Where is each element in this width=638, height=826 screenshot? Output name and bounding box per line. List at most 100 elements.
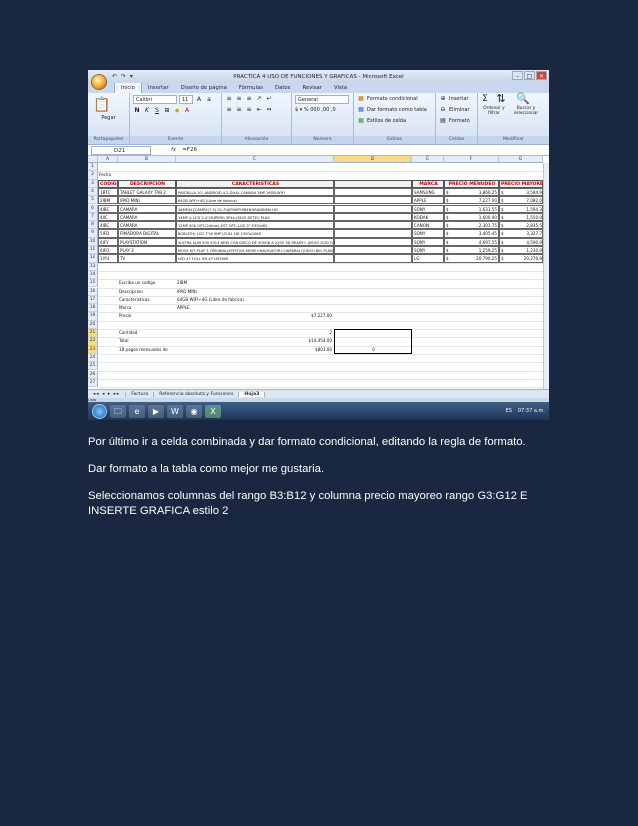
shrink-font-icon[interactable]: a	[205, 96, 213, 104]
total-value[interactable]: $14,454.00	[176, 337, 334, 345]
find-icon[interactable]: 🔍	[513, 93, 533, 104]
precio-label[interactable]: Precio	[118, 312, 176, 320]
table-cell-menudeo[interactable]: $1,631.55	[444, 204, 499, 213]
selected-range[interactable]	[334, 329, 412, 354]
table-header[interactable]: CODIGO	[98, 179, 118, 188]
fill-color-icon[interactable]: ◆	[173, 107, 181, 115]
table-cell-blank[interactable]	[334, 196, 412, 205]
table-cell-blank[interactable]	[334, 187, 412, 197]
row-header[interactable]: 15	[88, 279, 98, 288]
table-cell-mayoreo[interactable]: $4,590.9	[499, 237, 543, 246]
table-cell-codigo[interactable]: 1BTC	[98, 187, 118, 197]
table-cell-codigo[interactable]: 6IFY	[98, 237, 118, 246]
align-middle-icon[interactable]: ≡	[235, 95, 243, 103]
table-cell-menudeo[interactable]: $3,860.25	[444, 187, 499, 197]
table-header[interactable]: DESCRIPCION	[118, 179, 176, 188]
table-format-button[interactable]: Dar formato como tabla	[367, 107, 427, 113]
codigo-value[interactable]: 2IBM	[176, 279, 334, 287]
number-format-buttons[interactable]: $ ▾ % 000 ,00 ,0	[295, 107, 350, 113]
start-button[interactable]	[92, 403, 107, 419]
align-center-icon[interactable]: ≡	[235, 106, 243, 114]
row-header[interactable]: 5	[88, 196, 98, 205]
underline-icon[interactable]: S	[153, 107, 161, 115]
table-cell-codigo[interactable]: 1IYU	[98, 254, 118, 263]
table-cell-descripcion[interactable]: TABLET GALAXY TAB 2	[118, 187, 176, 197]
number-format-box[interactable]: General	[295, 95, 349, 104]
table-cell-caracteristicas[interactable]: LED 47 FULL HD 47 LM7600	[176, 254, 334, 263]
car-value[interactable]: 64GB WIFI+4G (Libre de fabrica)	[176, 296, 334, 304]
row-header[interactable]: 10	[88, 237, 98, 246]
row-header[interactable]: 4	[88, 187, 98, 197]
font-size-box[interactable]: 11	[179, 95, 193, 104]
table-cell-marca[interactable]: SONY	[412, 246, 444, 255]
table-cell-descripcion[interactable]: CAMARA	[118, 212, 176, 222]
row-header[interactable]: 21	[88, 329, 98, 338]
column-header[interactable]: E	[412, 156, 444, 163]
table-cell-menudeo[interactable]: $20,790.25	[444, 254, 499, 263]
row-header[interactable]: 19	[88, 312, 98, 321]
column-header[interactable]: B	[118, 156, 176, 163]
table-cell-menudeo[interactable]: $1,259.25	[444, 246, 499, 255]
table-cell-blank[interactable]	[334, 229, 412, 238]
table-cell-menudeo[interactable]: $4,697.55	[444, 237, 499, 246]
table-cell-descripcion[interactable]: FIMADORA DIGITAL	[118, 229, 176, 238]
table-cell-marca[interactable]: SONY	[412, 229, 444, 238]
table-cell-mayoreo[interactable]: $7,082.0	[499, 196, 543, 205]
cantidad-value[interactable]: 2	[176, 329, 334, 337]
table-cell-codigo[interactable]: 2IBM	[98, 196, 118, 205]
row-header[interactable]: 22	[88, 337, 98, 346]
tab-vista[interactable]: Vista	[328, 83, 353, 93]
sort-filter-button[interactable]: Ordenar y filtrar	[481, 106, 507, 116]
row-header[interactable]: 14	[88, 270, 98, 280]
table-cell-mayoreo[interactable]: $1,594.3	[499, 204, 543, 213]
tab-diseno[interactable]: Diseño de página	[175, 83, 233, 93]
align-right-icon[interactable]: ≡	[245, 106, 253, 114]
italic-icon[interactable]: K	[143, 107, 151, 115]
font-color-icon[interactable]: A	[183, 107, 191, 115]
explorer-icon[interactable]: 🗀	[110, 404, 126, 418]
row-header[interactable]: 13	[88, 262, 98, 271]
table-cell-codigo[interactable]: 4IIC	[98, 212, 118, 222]
word-icon[interactable]: W	[167, 404, 183, 418]
sheet-tab-hoja3[interactable]: Hoja3	[239, 391, 266, 397]
table-cell-blank[interactable]	[334, 212, 412, 222]
office-button[interactable]	[91, 74, 107, 90]
table-cell-codigo[interactable]: 6IFO	[98, 246, 118, 255]
table-cell-descripcion[interactable]: CAMARA	[118, 204, 176, 213]
tab-revisar[interactable]: Revisar	[296, 83, 328, 93]
chrome-icon[interactable]: ◉	[186, 404, 202, 418]
tab-inicio[interactable]: Inicio	[114, 82, 143, 93]
align-left-icon[interactable]: ≡	[225, 106, 233, 114]
car-label[interactable]: Caracteristicas	[118, 296, 176, 304]
sheet-nav-arrows[interactable]: ◂◂ ◂ ▸ ▸▸	[88, 391, 127, 397]
table-cell-mayoreo[interactable]: $20,276.9	[499, 254, 543, 263]
media-icon[interactable]: ▶	[148, 404, 164, 418]
marca-label[interactable]: Marca	[118, 304, 176, 312]
table-cell-blank[interactable]	[334, 237, 412, 246]
border-icon[interactable]: ⊞	[163, 107, 171, 115]
table-cell-marca[interactable]: LG	[412, 254, 444, 263]
merge-icon[interactable]: ⇔	[265, 106, 273, 114]
tab-datos[interactable]: Datos	[269, 83, 296, 93]
indent-icon[interactable]: ⇤	[255, 106, 263, 114]
row-header[interactable]: 25	[88, 362, 98, 371]
table-cell-descripcion[interactable]: CAMARA	[118, 221, 176, 230]
quick-access-toolbar[interactable]: ↶ ↷ ▾	[112, 73, 134, 80]
row-header[interactable]: 9	[88, 229, 98, 238]
table-cell-menudeo[interactable]: $7,227.00	[444, 196, 499, 205]
column-header[interactable]: D	[334, 156, 412, 163]
table-cell-menudeo[interactable]: $1,600.00	[444, 212, 499, 222]
sheet-tab-referencia[interactable]: Referencia absoluta y Funciones	[154, 391, 240, 397]
table-cell-marca[interactable]: SONY	[412, 237, 444, 246]
table-cell-caracteristicas[interactable]: 64GB WIFI+4G (Libre de fabrica)	[176, 196, 334, 205]
table-cell-caracteristicas[interactable]: 12MP-30X OPT.(24mm)-EST OPT.-LCD 3"-F/FU…	[176, 221, 334, 230]
table-cell-blank[interactable]	[334, 246, 412, 255]
paste-label[interactable]: Pegar	[91, 115, 126, 121]
table-cell-mayoreo[interactable]: $1,550.0	[499, 212, 543, 222]
table-cell-menudeo[interactable]: $3,405.45	[444, 229, 499, 238]
cell-styles-button[interactable]: Estilos de celda	[367, 118, 406, 124]
align-bottom-icon[interactable]: ≡	[245, 95, 253, 103]
formula-input[interactable]: =F26	[182, 147, 197, 153]
table-cell-caracteristicas[interactable]: 8GB(4TH) LCD 7"(6.9MP)-FULL HD 1920x1080	[176, 229, 334, 238]
table-cell-descripcion[interactable]: TV	[118, 254, 176, 263]
